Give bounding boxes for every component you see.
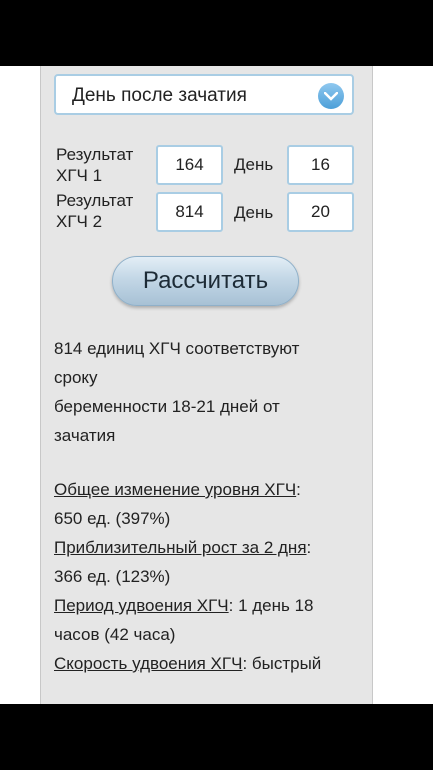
hcg2-label-line2: ХГЧ 2 <box>56 212 103 231</box>
hcg1-label: Результат ХГЧ 1 <box>56 144 154 186</box>
stats-list: Общее изменение уровня ХГЧ: 650 ед. (397… <box>54 475 354 678</box>
stat-doubling-speed: Скорость удвоения ХГЧ: быстрый <box>54 649 354 678</box>
hcg1-input[interactable]: 164 <box>156 145 223 185</box>
page-content: День после зачатия Результат ХГЧ 1 164 Д… <box>0 66 433 704</box>
chevron-down-icon[interactable] <box>318 83 344 109</box>
stat-value: : <box>306 538 312 557</box>
result-line: сроку <box>54 368 98 387</box>
stat-value: часов (42 часа) <box>54 625 176 644</box>
date-type-select[interactable]: День после зачатия <box>54 74 354 115</box>
stat-value: 366 ед. (123%) <box>54 567 171 586</box>
stat-value: : быстрый <box>242 654 322 673</box>
stat-growth-2days: Приблизительный рост за 2 дня: 366 ед. (… <box>54 533 354 591</box>
stat-value: 650 ед. (397%) <box>54 509 171 528</box>
hcg1-label-line1: Результат <box>56 145 134 164</box>
day1-label: День <box>234 155 274 174</box>
stat-doubling-speed-label[interactable]: Скорость удвоения ХГЧ <box>54 654 242 673</box>
result-text: 814 единиц ХГЧ соответствуют сроку берем… <box>54 334 354 450</box>
stat-total-change: Общее изменение уровня ХГЧ: 650 ед. (397… <box>54 475 354 533</box>
hcg2-input[interactable]: 814 <box>156 192 223 232</box>
hcg1-label-line2: ХГЧ 1 <box>56 166 103 185</box>
calculate-button[interactable]: Рассчитать <box>112 256 299 306</box>
hcg2-label-line1: Результат <box>56 191 134 210</box>
result-line: беременности 18-21 дней от <box>54 397 280 416</box>
result-line: зачатия <box>54 426 116 445</box>
day2-input[interactable]: 20 <box>287 192 354 232</box>
stat-growth-2days-label[interactable]: Приблизительный рост за 2 дня <box>54 538 307 557</box>
day1-input[interactable]: 16 <box>287 145 354 185</box>
stat-value: : <box>296 480 301 499</box>
stat-doubling-period: Период удвоения ХГЧ: 1 день 18 часов (42… <box>54 591 354 649</box>
bottom-black-bar <box>0 704 433 770</box>
date-type-select-value: День после зачатия <box>72 85 247 106</box>
hcg2-label: Результат ХГЧ 2 <box>56 190 154 232</box>
day2-label: День <box>234 203 274 222</box>
stat-doubling-period-label[interactable]: Период удвоения ХГЧ <box>54 596 229 615</box>
stat-total-change-label[interactable]: Общее изменение уровня ХГЧ <box>54 480 296 499</box>
stat-value: : 1 день 18 <box>228 596 314 615</box>
result-line: 814 единиц ХГЧ соответствуют <box>54 339 300 358</box>
